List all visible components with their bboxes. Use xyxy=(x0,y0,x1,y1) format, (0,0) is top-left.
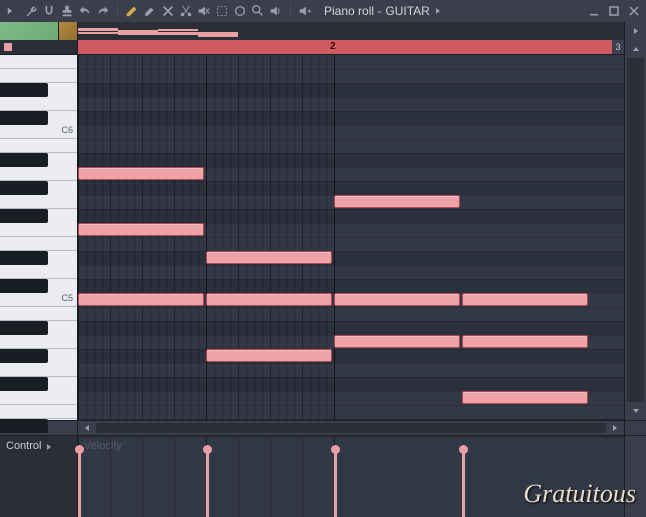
title-prefix: Piano roll - xyxy=(324,4,381,18)
close-icon[interactable] xyxy=(628,5,640,17)
audio-in-icon[interactable] xyxy=(298,4,312,18)
note-grid[interactable]: 3 2 xyxy=(78,40,624,420)
undo-icon[interactable] xyxy=(78,4,92,18)
title-bar: Piano roll - GUITAR xyxy=(0,0,646,22)
pencil-icon[interactable] xyxy=(125,4,139,18)
brush-icon[interactable] xyxy=(143,4,157,18)
grid-canvas[interactable] xyxy=(78,55,624,420)
toolbar xyxy=(6,4,312,18)
black-key[interactable] xyxy=(0,153,48,167)
magnet-icon[interactable] xyxy=(42,4,56,18)
speaker-off-icon[interactable] xyxy=(197,4,211,18)
velocity-marker[interactable] xyxy=(206,449,209,517)
wrench-icon[interactable] xyxy=(24,4,38,18)
velocity-marker[interactable] xyxy=(462,449,465,517)
maximize-icon[interactable] xyxy=(608,5,620,17)
note[interactable] xyxy=(78,223,204,236)
minimap-corner[interactable] xyxy=(0,22,78,40)
black-key[interactable] xyxy=(0,209,48,223)
note[interactable] xyxy=(206,251,332,264)
note[interactable] xyxy=(334,195,460,208)
black-key[interactable] xyxy=(0,83,48,97)
bar-number: 2 xyxy=(330,41,336,52)
black-key[interactable] xyxy=(0,321,48,335)
black-key[interactable] xyxy=(0,111,48,125)
control-chevron-icon xyxy=(45,443,53,451)
minimap-scroll-right[interactable] xyxy=(624,22,646,40)
velocity-marker[interactable] xyxy=(334,449,337,517)
mute-icon[interactable] xyxy=(161,4,175,18)
control-label: Control xyxy=(6,440,41,452)
key-label-C5: C5 xyxy=(61,293,73,419)
title-instrument: GUITAR xyxy=(385,4,429,18)
piano-column: C6C5 xyxy=(0,40,78,420)
horizontal-scrollbar[interactable] xyxy=(0,420,646,435)
volume-icon[interactable] xyxy=(269,4,283,18)
note[interactable] xyxy=(334,293,460,306)
vertical-scrollbar[interactable] xyxy=(624,40,646,420)
control-scroll-corner xyxy=(624,436,646,517)
black-key[interactable] xyxy=(0,419,48,433)
black-key[interactable] xyxy=(0,181,48,195)
control-lane: Control Velocity xyxy=(0,435,646,517)
note[interactable] xyxy=(206,349,332,362)
window-title[interactable]: Piano roll - GUITAR xyxy=(324,4,442,18)
velocity-lane[interactable]: Velocity xyxy=(78,436,624,517)
note[interactable] xyxy=(462,391,588,404)
minimap-row xyxy=(0,22,646,40)
note-color-swatch[interactable] xyxy=(0,40,77,55)
loop-icon[interactable] xyxy=(233,4,247,18)
piano-roll-main: C6C5 3 2 xyxy=(0,40,646,420)
ruler-end-marker: 3 xyxy=(612,40,624,54)
zoom-icon[interactable] xyxy=(251,4,265,18)
chevron-up-icon xyxy=(632,45,640,53)
black-key[interactable] xyxy=(0,279,48,293)
note[interactable] xyxy=(78,293,204,306)
hscroll-right-corner xyxy=(624,421,646,435)
note[interactable] xyxy=(206,293,332,306)
scroll-up-button[interactable] xyxy=(625,40,646,58)
vscroll-track[interactable] xyxy=(627,58,644,402)
chevron-left-icon xyxy=(83,424,91,432)
note[interactable] xyxy=(462,335,588,348)
window-controls xyxy=(588,5,640,17)
note[interactable] xyxy=(78,167,204,180)
title-chevron-icon xyxy=(434,7,442,15)
black-key[interactable] xyxy=(0,251,48,265)
scroll-down-button[interactable] xyxy=(625,402,646,420)
select-icon[interactable] xyxy=(215,4,229,18)
piano-keyboard[interactable]: C6C5 xyxy=(0,55,77,420)
velocity-label: Velocity xyxy=(84,440,122,452)
stamp-icon[interactable] xyxy=(60,4,74,18)
chevron-right-icon xyxy=(611,424,619,432)
timeline-ruler[interactable]: 3 2 xyxy=(78,40,624,55)
minimize-icon[interactable] xyxy=(588,5,600,17)
menu-icon[interactable] xyxy=(6,4,20,18)
note[interactable] xyxy=(462,293,588,306)
scroll-left-button[interactable] xyxy=(78,421,96,435)
hscroll-track[interactable] xyxy=(96,423,606,433)
minimap[interactable] xyxy=(78,22,624,40)
velocity-marker[interactable] xyxy=(78,449,81,517)
cut-icon[interactable] xyxy=(179,4,193,18)
redo-icon[interactable] xyxy=(96,4,110,18)
note[interactable] xyxy=(334,335,460,348)
scroll-right-button[interactable] xyxy=(606,421,624,435)
black-key[interactable] xyxy=(0,349,48,363)
chevron-right-icon xyxy=(632,27,640,35)
chevron-down-icon xyxy=(632,407,640,415)
black-key[interactable] xyxy=(0,377,48,391)
control-label-column[interactable]: Control xyxy=(0,436,78,517)
